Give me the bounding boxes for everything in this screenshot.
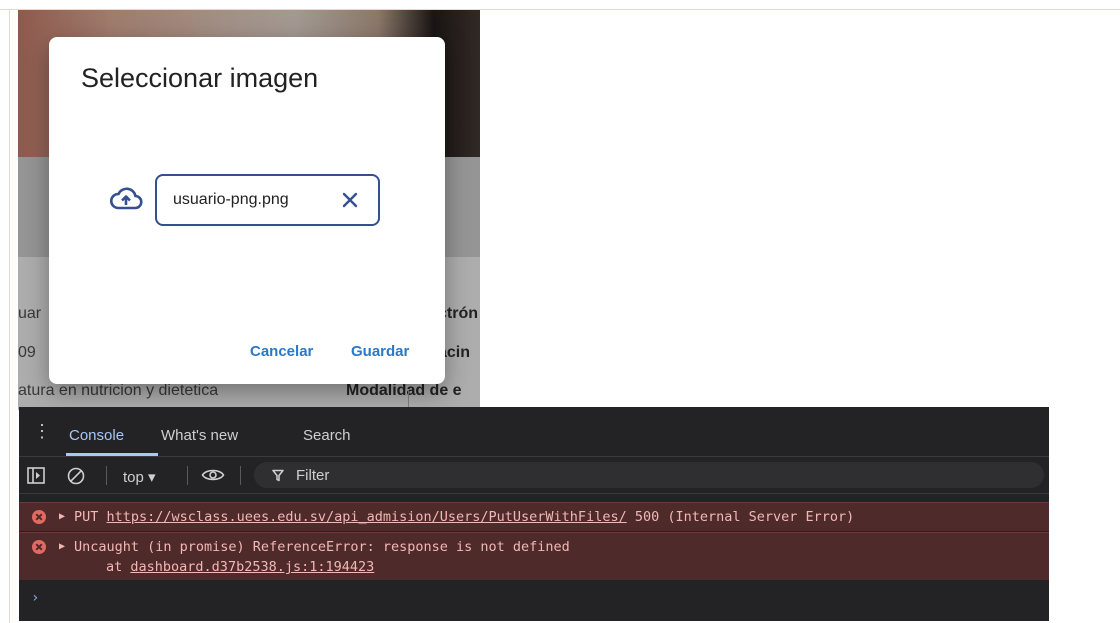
selected-file-chip[interactable]: usuario-png.png — [155, 174, 380, 226]
tab-search[interactable]: Search — [303, 427, 351, 444]
eye-icon[interactable] — [201, 467, 225, 483]
source-link[interactable]: dashboard.d37b2538.js:1:194423 — [130, 559, 374, 575]
active-tab-indicator — [66, 453, 158, 456]
clear-console-icon[interactable] — [67, 467, 85, 485]
toolbar-separator — [240, 466, 241, 485]
dialog-title: Seleccionar imagen — [81, 63, 319, 93]
expand-triangle-icon[interactable]: ▶ — [59, 541, 65, 552]
toolbar-separator — [106, 466, 107, 485]
tab-console[interactable]: Console — [69, 427, 124, 444]
console-error-row[interactable]: ▶ Uncaught (in promise) ReferenceError: … — [19, 532, 1049, 580]
console-prompt[interactable]: › — [31, 590, 39, 606]
cloud-upload-icon[interactable] — [109, 187, 143, 211]
error-message: Uncaught (in promise) ReferenceError: re… — [74, 539, 570, 555]
error-message: PUT https://wsclass.uees.edu.sv/api_admi… — [74, 509, 854, 525]
stack-at: at — [106, 559, 123, 575]
expand-triangle-icon[interactable]: ▶ — [59, 511, 65, 522]
context-selector[interactable]: top ▾ — [123, 468, 156, 486]
filter-input[interactable]: Filter — [254, 462, 1044, 488]
filter-icon — [272, 469, 284, 482]
http-status: 500 (Internal Server Error) — [634, 509, 855, 525]
http-method: PUT — [74, 509, 99, 525]
request-url-link[interactable]: https://wsclass.uees.edu.sv/api_admision… — [107, 509, 627, 525]
file-name: usuario-png.png — [173, 191, 289, 208]
devtools-panel: ⋮ Console What's new Search top ▾ Filter — [19, 407, 1049, 621]
select-image-dialog: Seleccionar imagen usuario-png.png Cance… — [49, 37, 445, 384]
tab-whats-new[interactable]: What's new — [161, 427, 238, 444]
devtools-tab-bar: ⋮ Console What's new Search — [19, 407, 1049, 457]
close-icon[interactable] — [340, 190, 360, 210]
toolbar-separator — [187, 466, 188, 485]
error-icon — [32, 540, 46, 554]
console-error-row[interactable]: ▶ PUT https://wsclass.uees.edu.sv/api_ad… — [19, 502, 1049, 531]
more-options-icon[interactable]: ⋮ — [33, 422, 51, 440]
cancel-button[interactable]: Cancelar — [250, 343, 313, 360]
error-icon — [32, 510, 46, 524]
save-button[interactable]: Guardar — [351, 343, 409, 360]
console-toolbar: top ▾ Filter — [19, 457, 1049, 494]
page-left-border — [9, 9, 10, 623]
filter-placeholder: Filter — [296, 467, 330, 484]
sidebar-toggle-icon[interactable] — [27, 467, 45, 484]
stack-trace-line: at dashboard.d37b2538.js:1:194423 — [106, 559, 374, 575]
